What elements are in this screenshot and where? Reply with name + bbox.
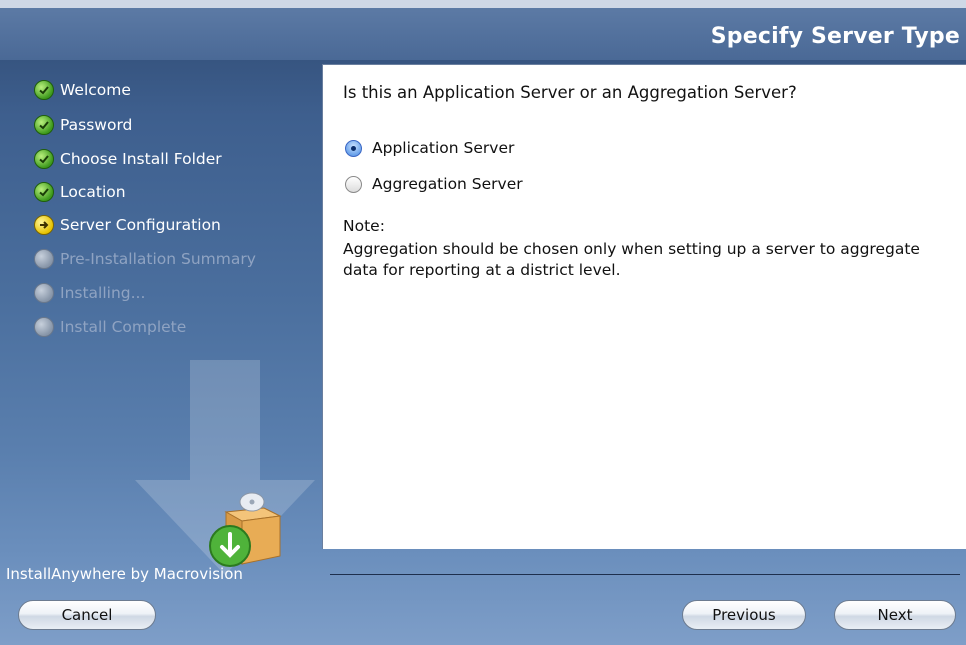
step-label: Location	[60, 183, 126, 201]
step-label: Install Complete	[60, 318, 187, 336]
option-label[interactable]: Aggregation Server	[372, 175, 523, 193]
cancel-button[interactable]: Cancel	[18, 600, 156, 630]
option-aggregation-server[interactable]: Aggregation Server	[345, 175, 523, 193]
install-box-icon	[209, 492, 282, 567]
option-label[interactable]: Application Server	[372, 139, 514, 157]
title-bar: Specify Server Type	[0, 8, 966, 60]
step-installing: Installing...	[34, 281, 145, 305]
step-label: Pre-Installation Summary	[60, 250, 256, 268]
arrow-circle-icon	[34, 215, 54, 235]
step-location: Location	[34, 180, 126, 204]
pending-circle-icon	[34, 283, 54, 303]
step-server-configuration: Server Configuration	[34, 213, 221, 237]
footer-divider	[330, 574, 960, 575]
check-circle-icon	[34, 115, 54, 135]
next-button[interactable]: Next	[834, 600, 956, 630]
step-label: Welcome	[60, 81, 131, 99]
step-install-complete: Install Complete	[34, 315, 186, 339]
check-circle-icon	[34, 149, 54, 169]
radio-aggregation-server[interactable]	[345, 175, 362, 193]
step-pre-installation-summary: Pre-Installation Summary	[34, 247, 256, 271]
pending-circle-icon	[34, 249, 54, 269]
brand-label: InstallAnywhere by Macrovision	[6, 565, 243, 583]
page-title: Specify Server Type	[710, 24, 960, 49]
check-circle-icon	[34, 182, 54, 202]
radio-application-server[interactable]	[345, 139, 362, 157]
option-application-server[interactable]: Application Server	[345, 139, 514, 157]
step-password: Password	[34, 113, 132, 137]
installer-window: Specify Server Type Welcome Password Cho…	[0, 0, 966, 645]
step-label: Server Configuration	[60, 216, 221, 234]
step-choose-install-folder: Choose Install Folder	[34, 147, 222, 171]
note-text: Aggregation should be chosen only when s…	[343, 240, 920, 279]
note-heading: Note:	[343, 217, 385, 235]
check-circle-icon	[34, 80, 54, 100]
step-label: Installing...	[60, 284, 146, 302]
content-panel: Is this an Application Server or an Aggr…	[322, 64, 966, 549]
step-label: Choose Install Folder	[60, 150, 222, 168]
step-welcome: Welcome	[34, 78, 131, 102]
steps-sidebar: Welcome Password Choose Install Folder L…	[0, 60, 322, 575]
step-label: Password	[60, 116, 133, 134]
question-text: Is this an Application Server or an Aggr…	[343, 83, 797, 102]
previous-button[interactable]: Previous	[682, 600, 806, 630]
pending-circle-icon	[34, 317, 54, 337]
